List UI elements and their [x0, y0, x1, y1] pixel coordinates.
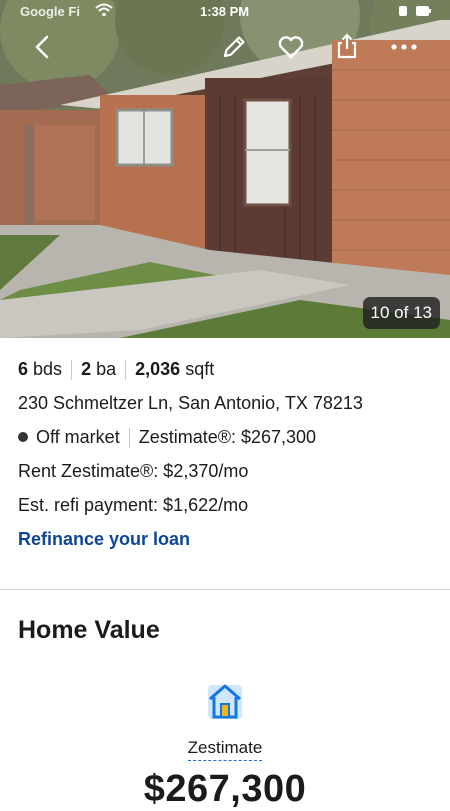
beds-value: 6 — [18, 359, 29, 379]
status-divider — [128, 428, 130, 449]
rent-zestimate[interactable]: Rent Zestimate®: $2,370/mo — [18, 454, 432, 488]
back-icon — [35, 35, 49, 59]
back-button[interactable] — [26, 30, 60, 64]
more-options-button[interactable] — [387, 30, 421, 64]
beds-unit: bds — [33, 359, 63, 379]
refinance-link[interactable]: Refinance your loan — [18, 522, 190, 556]
refi-payment: Est. refi payment: $1,622/mo — [18, 495, 249, 515]
photo-counter: 10 of 13 — [362, 297, 440, 329]
listing-summary: 6 bds 2 ba 2,036 sqft 230 Schmeltzer Ln, S… — [18, 352, 432, 556]
battery-icon — [398, 4, 432, 21]
sqft-value: 2,036 — [135, 359, 181, 379]
market-status: Off market — [36, 427, 120, 447]
listing-photo[interactable]: Google Fi 1:38 PM 10 of 13 — [0, 0, 450, 338]
home-facts: 6 bds 2 ba 2,036 sqft — [18, 352, 432, 386]
address: 230 Schmeltzer Ln, San Antonio, TX 78213 — [18, 393, 363, 413]
save-home-button[interactable] — [274, 30, 308, 64]
status-bar: Google Fi 1:38 PM — [0, 0, 450, 24]
carrier-label: Google Fi — [20, 4, 80, 19]
wifi-icon — [95, 3, 113, 20]
status-dot-icon — [18, 432, 28, 442]
house-icon — [202, 677, 248, 723]
zestimate-tooltip-trigger[interactable]: Zestimate — [0, 738, 450, 761]
heart-icon — [278, 36, 304, 59]
share-icon — [337, 33, 357, 59]
status-line: Off market Zestimate®: $267,300 — [18, 420, 432, 454]
section-divider — [0, 589, 450, 590]
facts-divider — [71, 360, 73, 381]
share-button[interactable] — [330, 30, 364, 64]
home-value-heading: Home Value — [18, 616, 160, 644]
baths-value: 2 — [81, 359, 92, 379]
edit-icon — [223, 36, 245, 58]
clock-label: 1:38 PM — [200, 4, 250, 19]
facts-divider — [125, 360, 127, 381]
sqft-unit: sqft — [185, 359, 215, 379]
zestimate-label[interactable]: Zestimate — [187, 738, 263, 761]
more-icon — [391, 44, 417, 50]
zestimate-value: $267,300 — [143, 768, 307, 810]
baths-unit: ba — [96, 359, 117, 379]
zestimate-summary[interactable]: Zestimate®: $267,300 — [139, 427, 316, 447]
edit-button[interactable] — [217, 30, 251, 64]
